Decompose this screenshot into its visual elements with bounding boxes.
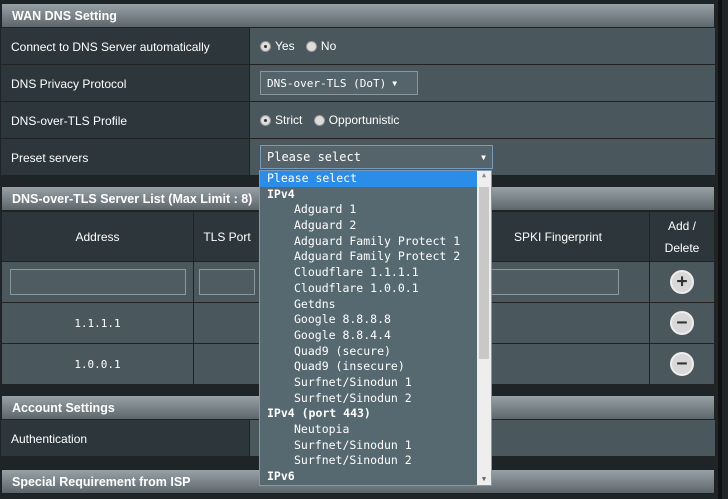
wan-dns-header: WAN DNS Setting — [1, 3, 715, 28]
dropdown-option[interactable]: Quad9 (insecure) — [260, 359, 478, 375]
dropdown-option[interactable]: Adguard Family Protect 2 — [260, 249, 478, 265]
protocol-row: DNS Privacy Protocol DNS-over-TLS (DoT) ▼ — [1, 65, 715, 102]
dropdown-scrollbar[interactable]: ▲ ▼ — [477, 171, 491, 485]
dropdown-group-label: IPv4 — [267, 186, 295, 201]
profile-label: DNS-over-TLS Profile — [1, 102, 250, 138]
protocol-value: DNS-over-TLS (DoT) — [267, 76, 387, 90]
dropdown-group-label: IPv4 (port 443) — [267, 406, 371, 421]
strict-radio[interactable] — [260, 114, 271, 126]
preset-value: Please select — [267, 150, 361, 164]
dropdown-option[interactable]: Adguard Family Protect 1 — [260, 234, 478, 250]
opportunistic-label: Opportunistic — [328, 113, 400, 127]
dropdown-option[interactable]: Google 8.8.4.4 — [260, 328, 478, 344]
auth-label: Authentication — [1, 420, 250, 456]
add-icon[interactable]: + — [670, 270, 694, 294]
dropdown-option[interactable]: Adguard 2 — [260, 218, 478, 234]
preset-label: Preset servers — [1, 139, 250, 175]
dropdown-option[interactable]: Cloudflare 1.0.0.1 — [260, 281, 478, 297]
delete-icon[interactable]: − — [670, 311, 694, 335]
page-scrollbar[interactable] — [718, 0, 722, 499]
dropdown-option[interactable]: Please select — [260, 171, 478, 187]
address-cell: 1.0.0.1 — [1, 343, 194, 385]
dropdown-option[interactable]: Quad9 (secure) — [260, 344, 478, 360]
auto-dns-label: Connect to DNS Server automatically — [1, 28, 250, 64]
col-spki: SPKI Fingerprint — [466, 211, 650, 262]
protocol-label: DNS Privacy Protocol — [1, 65, 250, 101]
dropdown-option[interactable]: Adguard 1 — [260, 202, 478, 218]
col-add-delete: Add / Delete — [649, 211, 715, 262]
dropdown-option[interactable]: Surfnet/Sinodun 2 — [260, 453, 478, 469]
protocol-select[interactable]: DNS-over-TLS (DoT) ▼ — [260, 71, 418, 95]
scroll-thumb[interactable] — [479, 187, 489, 359]
preset-dropdown-list[interactable]: Please select IPv4 Adguard 1 Adguard 2 Adgua… — [259, 170, 492, 486]
tls-port-input[interactable] — [199, 269, 255, 295]
chevron-down-icon: ▼ — [392, 78, 398, 88]
scroll-down-icon[interactable]: ▼ — [477, 475, 491, 483]
no-label: No — [320, 39, 337, 53]
yes-label: Yes — [275, 39, 295, 53]
col-tls-port: TLS Port — [193, 211, 261, 262]
dropdown-option[interactable]: Cloudflare 1.1.1.1 — [260, 265, 478, 281]
scroll-up-icon[interactable]: ▲ — [477, 171, 491, 179]
profile-row: DNS-over-TLS Profile Strict Opportunisti… — [1, 102, 715, 139]
opportunistic-radio[interactable] — [313, 114, 325, 126]
delete-icon[interactable]: − — [670, 352, 694, 376]
auto-dns-row: Connect to DNS Server automatically Yes … — [1, 28, 715, 65]
dropdown-option[interactable]: Surfnet/Sinodun 1 — [260, 438, 478, 454]
preset-select[interactable]: Please select ▼ — [260, 145, 493, 169]
yes-radio[interactable] — [260, 40, 271, 52]
no-radio[interactable] — [305, 40, 317, 52]
address-input[interactable] — [9, 269, 186, 295]
dropdown-option[interactable]: Neutopia — [260, 422, 478, 438]
dropdown-option[interactable]: Getdns — [260, 297, 478, 313]
dropdown-group-label: IPv6 — [267, 469, 295, 484]
chevron-down-icon: ▼ — [481, 152, 486, 162]
dropdown-option[interactable]: Surfnet/Sinodun 1 — [260, 375, 478, 391]
dropdown-option[interactable]: Google 8.8.8.8 — [260, 312, 478, 328]
address-cell: 1.1.1.1 — [1, 302, 194, 344]
strict-label: Strict — [275, 113, 303, 127]
col-address: Address — [1, 211, 194, 262]
dropdown-option[interactable]: Surfnet/Sinodun 2 — [260, 391, 478, 407]
